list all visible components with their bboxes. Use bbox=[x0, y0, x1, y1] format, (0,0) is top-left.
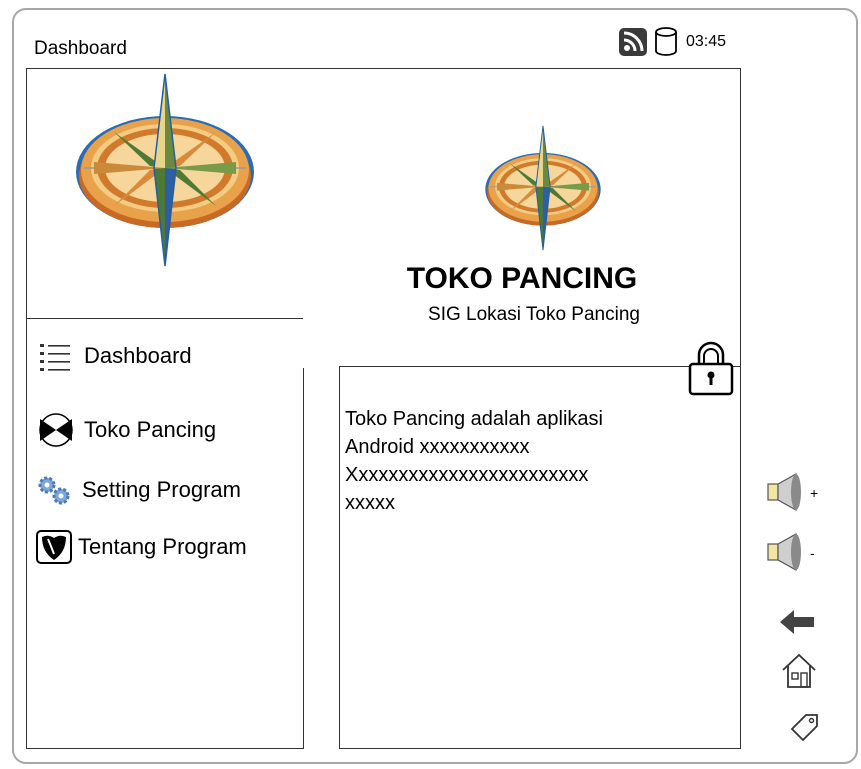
volume-up-button[interactable]: + bbox=[766, 472, 822, 517]
about-line: Xxxxxxxxxxxxxxxxxxxxxxxx bbox=[345, 464, 589, 486]
menu-item-dashboard[interactable]: Dashboard bbox=[38, 340, 192, 372]
database-icon bbox=[655, 27, 677, 56]
back-arrow-icon bbox=[780, 610, 814, 634]
list-icon bbox=[40, 344, 70, 371]
compass-logo bbox=[76, 73, 254, 267]
rss-icon bbox=[619, 28, 647, 56]
brand-logo bbox=[485, 125, 601, 251]
menu-label: Toko Pancing bbox=[84, 417, 217, 442]
brand-subtitle: SIG Lokasi Toko Pancing bbox=[428, 304, 640, 325]
clock: 03:45 bbox=[686, 33, 727, 50]
brand-name: TOKO PANCING bbox=[406, 262, 638, 295]
menu-item-setting-program[interactable]: Setting Program bbox=[36, 475, 241, 505]
about-line: xxxxx bbox=[345, 492, 395, 514]
menu-label: Tentang Program bbox=[78, 534, 247, 559]
menu-item-tentang-program[interactable]: Tentang Program bbox=[36, 530, 247, 564]
volume-down-button[interactable]: - bbox=[766, 532, 822, 577]
volume-down-mark: - bbox=[810, 545, 815, 561]
menu-label: Setting Program bbox=[82, 477, 241, 502]
store-icon bbox=[39, 413, 73, 447]
status-bar: 03:45 bbox=[618, 27, 726, 57]
lock-icon[interactable] bbox=[688, 340, 734, 396]
tag-button[interactable] bbox=[790, 712, 820, 747]
volume-up-mark: + bbox=[810, 485, 818, 501]
about-text: Toko Pancing adalah aplikasi Android xxx… bbox=[345, 405, 735, 517]
volume-down-icon: - bbox=[767, 532, 815, 572]
home-button[interactable] bbox=[780, 652, 818, 695]
menu-label: Dashboard bbox=[84, 343, 192, 368]
tag-icon bbox=[790, 714, 818, 742]
about-line: Android xxxxxxxxxxx bbox=[345, 436, 530, 458]
volume-up-icon: + bbox=[767, 472, 818, 512]
menu-item-toko-pancing[interactable]: Toko Pancing bbox=[38, 413, 216, 447]
shield-icon bbox=[36, 530, 72, 564]
about-line: Toko Pancing adalah aplikasi bbox=[345, 408, 603, 430]
page-title: Dashboard bbox=[34, 38, 127, 59]
home-icon bbox=[782, 653, 816, 688]
back-button[interactable] bbox=[778, 608, 816, 641]
gears-icon bbox=[38, 476, 70, 505]
